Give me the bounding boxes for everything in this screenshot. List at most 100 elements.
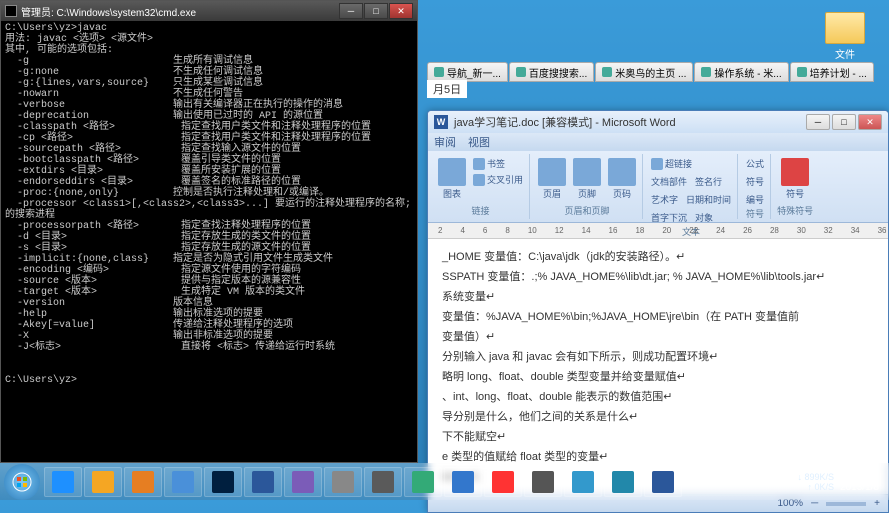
ribbon-equation[interactable]: 公式 [744, 156, 766, 171]
app-icon [532, 471, 554, 493]
browser-tab[interactable]: 导航_新一... [427, 62, 508, 82]
taskbar-items [44, 467, 792, 497]
taskbar-app[interactable] [244, 467, 282, 497]
taskbar-app[interactable] [284, 467, 322, 497]
app-icon [572, 471, 594, 493]
taskbar-app[interactable] [364, 467, 402, 497]
browser-tab[interactable]: 百度搜搜索... [509, 62, 594, 82]
footer-icon [573, 158, 601, 186]
app-icon [612, 471, 634, 493]
app-icon [652, 471, 674, 493]
app-icon [332, 471, 354, 493]
ribbon-symbol[interactable]: 符号 [744, 174, 766, 189]
word-titlebar[interactable]: W java学习笔记.doc [兼容模式] - Microsoft Word ─… [428, 111, 888, 133]
cmd-titlebar[interactable]: 管理员: C:\Windows\system32\cmd.exe ─ □ ✕ [1, 1, 417, 21]
app-icon [452, 471, 474, 493]
word-maximize-button[interactable]: □ [832, 114, 856, 130]
ribbon-bookmark[interactable]: 书签 [471, 156, 525, 171]
taskbar-app[interactable] [484, 467, 522, 497]
cmd-window: 管理员: C:\Windows\system32\cmd.exe ─ □ ✕ C… [0, 0, 418, 463]
favicon-icon [516, 67, 526, 77]
word-document[interactable]: _HOME 变量值：C:\java\jdk（jdk的安装路径）。↵SSPATH … [428, 239, 888, 494]
desktop-folder[interactable]: 文件 [821, 12, 869, 61]
taskbar-app[interactable] [604, 467, 642, 497]
ribbon-group-links: 图表 书签 交叉引用 链接 [432, 154, 530, 219]
taskbar-app[interactable] [124, 467, 162, 497]
ribbon-header[interactable]: 页眉 [536, 156, 568, 202]
menu-review[interactable]: 审阅 [434, 134, 456, 150]
taskbar-app[interactable] [164, 467, 202, 497]
cmd-icon [5, 5, 17, 17]
ribbon-wordart[interactable]: 艺术字 [649, 192, 680, 207]
taskbar-app[interactable] [404, 467, 442, 497]
app-icon [132, 471, 154, 493]
ribbon-group-headerfooter: 页眉 页脚 页码 页眉和页脚 [532, 154, 643, 219]
zoom-slider[interactable] [826, 502, 866, 506]
minimize-button[interactable]: ─ [339, 3, 363, 19]
chart-icon [438, 158, 466, 186]
ribbon-dropcap[interactable]: 首字下沉 [649, 210, 689, 225]
ribbon-object[interactable]: 对象 [693, 210, 715, 225]
tray-time: 17:51 [840, 471, 879, 482]
ribbon-datetime[interactable]: 日期和时间 [684, 192, 733, 207]
word-close-button[interactable]: ✕ [858, 114, 882, 130]
maximize-button[interactable]: □ [364, 3, 388, 19]
browser-tab[interactable]: 米奥鸟的主页 ... [595, 62, 693, 82]
app-icon [292, 471, 314, 493]
favicon-icon [701, 67, 711, 77]
ribbon-pagenum[interactable]: 页码 [606, 156, 638, 202]
taskbar-app[interactable] [324, 467, 362, 497]
download-speed: ↓ 899K/S [798, 472, 835, 482]
upload-speed: ↑ 0K/S [798, 482, 835, 492]
favicon-icon [797, 67, 807, 77]
ribbon-special-symbol[interactable]: 符号 [777, 156, 813, 202]
word-menubar: 审阅 视图 [428, 133, 888, 151]
app-icon [212, 471, 234, 493]
taskbar-app[interactable] [204, 467, 242, 497]
app-icon [372, 471, 394, 493]
hyperlink-icon [651, 158, 663, 170]
crossref-icon [473, 174, 485, 186]
taskbar-app[interactable] [644, 467, 682, 497]
ribbon-crossref[interactable]: 交叉引用 [471, 172, 525, 187]
word-icon: W [434, 115, 448, 129]
ribbon-number[interactable]: 编号 [744, 192, 766, 207]
favicon-icon [602, 67, 612, 77]
browser-tab[interactable]: 培养计划 - ... [790, 62, 874, 82]
word-minimize-button[interactable]: ─ [806, 114, 830, 130]
app-icon [172, 471, 194, 493]
special-symbol-icon [781, 158, 809, 186]
ribbon-hyperlink[interactable]: 超链接 [649, 156, 694, 171]
app-icon [252, 471, 274, 493]
cmd-title: 管理员: C:\Windows\system32\cmd.exe [21, 4, 339, 19]
pagenum-icon [608, 158, 636, 186]
taskbar-app[interactable] [44, 467, 82, 497]
taskbar-app[interactable] [444, 467, 482, 497]
ribbon-group-special: 符号 特殊符号 [773, 154, 817, 219]
tray-date: 2013/1/8 [840, 482, 879, 493]
bookmark-icon [473, 158, 485, 170]
taskbar-app[interactable] [564, 467, 602, 497]
browser-tab[interactable]: 操作系统 - 米... [694, 62, 788, 82]
system-tray[interactable]: ↓ 899K/S ↑ 0K/S 17:51 2013/1/8 [792, 471, 885, 493]
header-icon [538, 158, 566, 186]
date-strip: 月5日 [427, 80, 467, 98]
ribbon-docparts[interactable]: 文档部件 [649, 174, 689, 189]
close-button[interactable]: ✕ [389, 3, 413, 19]
taskbar-app[interactable] [524, 467, 562, 497]
ribbon-chart[interactable]: 图表 [436, 156, 468, 202]
ribbon-group-symbols: 公式 符号 编号 符号 [740, 154, 771, 219]
word-title: java学习笔记.doc [兼容模式] - Microsoft Word [454, 114, 806, 130]
folder-icon [825, 12, 865, 44]
start-button[interactable] [4, 464, 40, 500]
word-window: W java学习笔记.doc [兼容模式] - Microsoft Word ─… [427, 110, 889, 513]
ribbon-signline[interactable]: 签名行 [693, 174, 724, 189]
ribbon-footer[interactable]: 页脚 [571, 156, 603, 202]
taskbar-app[interactable] [84, 467, 122, 497]
menu-view[interactable]: 视图 [468, 134, 490, 150]
cmd-output[interactable]: C:\Users\yz>javac 用法: javac <选项> <源文件> 其… [1, 21, 417, 463]
favicon-icon [434, 67, 444, 77]
app-icon [52, 471, 74, 493]
app-icon [412, 471, 434, 493]
ribbon-group-text: 超链接 文档部件 签名行 艺术字 日期和时间 首字下沉 对象 文本 [645, 154, 738, 219]
